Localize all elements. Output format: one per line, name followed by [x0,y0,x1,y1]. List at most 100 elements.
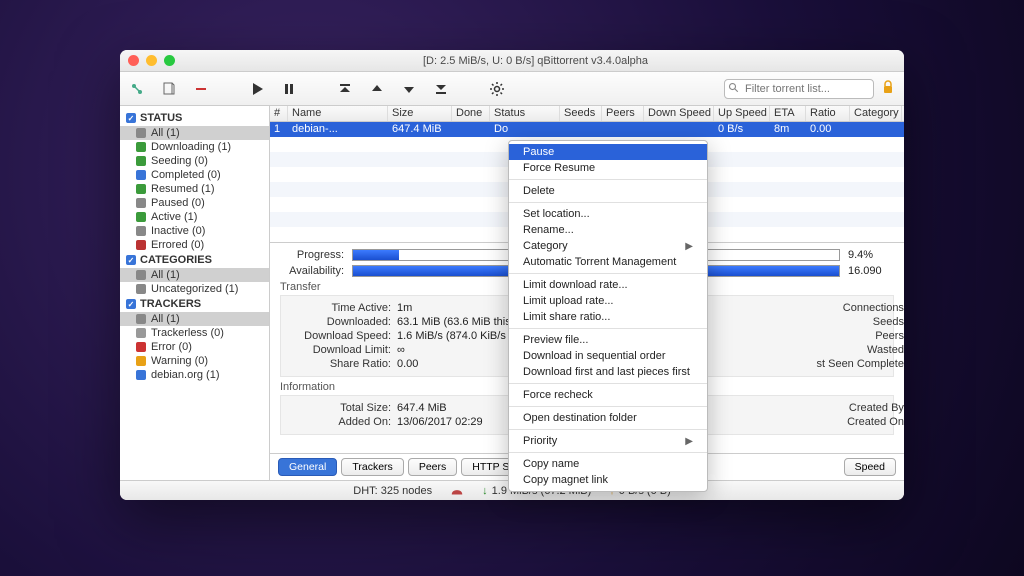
menu-item[interactable]: Limit upload rate... [509,293,707,309]
sidebar-item[interactable]: Errored (0) [120,238,269,252]
field-key: Connections: [807,302,904,314]
search-icon [728,82,740,97]
sidebar-item[interactable]: Paused (0) [120,196,269,210]
menu-item[interactable]: Limit share ratio... [509,309,707,325]
menu-item[interactable]: Delete [509,183,707,199]
menu-item[interactable]: Force recheck [509,387,707,403]
sidebar-item[interactable]: debian.org (1) [120,368,269,382]
sidebar: ✓STATUSAll (1)Downloading (1)Seeding (0)… [120,106,270,480]
altspeed-icon[interactable] [450,484,464,498]
field-key: Time Active: [287,302,397,314]
menu-item[interactable]: Force Resume [509,160,707,176]
minimize-icon[interactable] [146,55,157,66]
move-up-icon[interactable] [368,80,386,98]
menu-item[interactable]: Copy magnet link [509,472,707,488]
sidebar-item[interactable]: Downloading (1) [120,140,269,154]
menu-item[interactable]: Download in sequential order [509,348,707,364]
dht-status[interactable]: DHT: 325 nodes [353,485,432,497]
field-key: Added On: [287,416,397,428]
sidebar-item[interactable]: Error (0) [120,340,269,354]
tab-peers[interactable]: Peers [408,458,457,476]
menu-item[interactable]: Automatic Torrent Management [509,254,707,270]
field-key: Download Limit: [287,344,397,356]
sidebar-item[interactable]: All (1) [120,268,269,282]
menu-item[interactable]: Preview file... [509,332,707,348]
toolbar [120,72,904,106]
field-key: Download Speed: [287,330,397,342]
column-header[interactable]: Up Speed [714,106,770,121]
menu-item[interactable]: Open destination folder [509,410,707,426]
move-bottom-icon[interactable] [432,80,450,98]
progress-label: Progress: [280,249,344,261]
column-header[interactable]: Seeds [560,106,602,121]
column-header[interactable]: Peers [602,106,644,121]
move-top-icon[interactable] [336,80,354,98]
close-icon[interactable] [128,55,139,66]
menu-item[interactable]: Pause [509,144,707,160]
sidebar-item[interactable]: Trackerless (0) [120,326,269,340]
availability-label: Availability: [280,265,344,277]
column-header[interactable]: Down Speed [644,106,714,121]
field-key: Downloaded: [287,316,397,328]
column-header[interactable]: ETA [770,106,806,121]
field-key: st Seen Complete: [807,358,904,370]
menu-item[interactable]: Copy name [509,456,707,472]
sidebar-section[interactable]: ✓TRACKERS [120,296,269,312]
context-menu: PauseForce Resume Delete Set location...Re… [508,140,708,492]
sidebar-section[interactable]: ✓STATUS [120,110,269,126]
sidebar-item[interactable]: Completed (0) [120,168,269,182]
menu-item[interactable]: Rename... [509,222,707,238]
field-key: Total Size: [287,402,397,414]
sidebar-section[interactable]: ✓CATEGORIES [120,252,269,268]
sidebar-item[interactable]: Seeding (0) [120,154,269,168]
field-key: Created On: [807,416,904,428]
sidebar-item[interactable]: All (1) [120,126,269,140]
settings-icon[interactable] [488,80,506,98]
menu-separator [509,383,707,384]
lock-icon[interactable] [880,79,896,98]
menu-item[interactable]: Limit download rate... [509,277,707,293]
add-link-icon[interactable] [128,80,146,98]
tab-trackers[interactable]: Trackers [341,458,403,476]
move-down-icon[interactable] [400,80,418,98]
sidebar-item[interactable]: Active (1) [120,210,269,224]
sidebar-item[interactable]: Uncategorized (1) [120,282,269,296]
availability-value: 16.090 [848,265,894,277]
field-key: Share Ratio: [287,358,397,370]
column-header[interactable]: Category [850,106,902,121]
sidebar-item[interactable]: Warning (0) [120,354,269,368]
column-header[interactable]: Ratio [806,106,850,121]
menu-separator [509,429,707,430]
sidebar-item[interactable]: Resumed (1) [120,182,269,196]
resume-icon[interactable] [248,80,266,98]
menu-item[interactable]: Category▶ [509,238,707,254]
sidebar-item[interactable]: All (1) [120,312,269,326]
sidebar-item[interactable]: Inactive (0) [120,224,269,238]
progress-value: 9.4% [848,249,894,261]
titlebar: [D: 2.5 MiB/s, U: 0 B/s] qBittorrent v3.… [120,50,904,72]
search-input[interactable] [724,79,874,99]
table-row[interactable]: 1debian-...647.4 MiBDo0 B/s8m0.00 [270,122,904,137]
zoom-icon[interactable] [164,55,175,66]
column-header[interactable]: Done [452,106,490,121]
column-header[interactable]: # [270,106,288,121]
menu-item[interactable]: Set location... [509,206,707,222]
remove-icon[interactable] [192,80,210,98]
tab-general[interactable]: General [278,458,337,476]
menu-item[interactable]: Priority▶ [509,433,707,449]
menu-separator [509,452,707,453]
menu-separator [509,406,707,407]
column-header[interactable]: Size [388,106,452,121]
field-key: Wasted: [807,344,904,356]
speed-button[interactable]: Speed [844,458,896,476]
menu-separator [509,328,707,329]
field-key: Peers: [807,330,904,342]
add-file-icon[interactable] [160,80,178,98]
pause-icon[interactable] [280,80,298,98]
column-header[interactable]: Status [490,106,560,121]
column-header[interactable]: Name [288,106,388,121]
menu-separator [509,202,707,203]
menu-item[interactable]: Download first and last pieces first [509,364,707,380]
field-key: Created By: [807,402,904,414]
menu-separator [509,179,707,180]
